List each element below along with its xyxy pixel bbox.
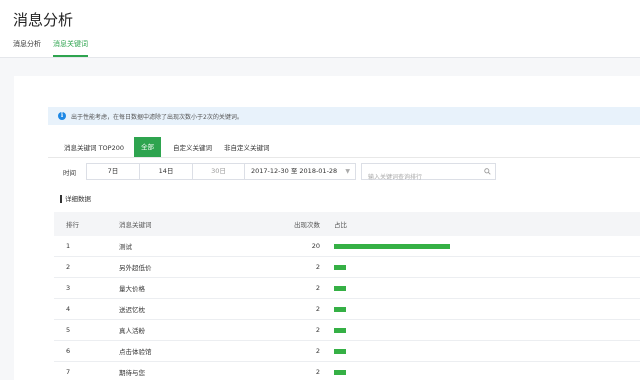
ratio-bar — [334, 306, 346, 312]
keyword-cell: 真人活粉 — [119, 327, 145, 335]
tab-message-analysis[interactable]: 消息分析 — [13, 39, 41, 57]
count-cell: 20 — [311, 242, 320, 250]
notice-text: 出于性能考虑，在每日数据中滤除了出现次数小于2次的关键词。 — [71, 113, 243, 121]
time-filter: 时间 7日 14日 30日 2017-12-30 至 2018-01-28 ▼ — [48, 162, 496, 185]
ratio-cell — [320, 243, 640, 249]
ratio-cell — [320, 264, 640, 270]
rank-cell: 7 — [66, 368, 71, 376]
keyword-cell: 量大价格 — [119, 285, 145, 293]
rank-cell: 3 — [66, 284, 71, 292]
count-cell: 2 — [315, 326, 320, 334]
header-keyword: 消息关键词 — [119, 221, 152, 229]
section-title: 详细数据 — [60, 195, 91, 203]
count-cell: 2 — [315, 368, 320, 376]
page-title: 消息分析 — [13, 11, 74, 29]
table-row: 2 另外超低价 2 — [54, 257, 640, 278]
table-header: 排行 消息关键词 出现次数 占比 — [54, 212, 640, 236]
table-row: 1 测试 20 — [54, 236, 640, 257]
rank-cell: 2 — [66, 263, 71, 271]
ratio-cell — [320, 369, 640, 375]
ratio-cell — [320, 285, 640, 291]
keyword-cell: 送迟忆枕 — [119, 306, 145, 314]
keyword-search-input[interactable] — [362, 170, 480, 185]
rank-cell: 1 — [66, 242, 71, 250]
time-range-selector: 7日 14日 30日 — [86, 163, 245, 180]
search-icon[interactable] — [484, 168, 491, 175]
page-header: 消息分析 消息分析 消息关键词 — [0, 0, 640, 58]
date-range-value: 2017-12-30 至 2018-01-28 — [251, 167, 338, 175]
range-14-days-button[interactable]: 14日 — [139, 163, 192, 180]
keyword-table: 排行 消息关键词 出现次数 占比 1 测试 20 2 另外超低价 2 3 量大价格 2 4 送迟忆枕… — [54, 212, 640, 380]
chevron-down-icon: ▼ — [345, 168, 350, 175]
keyword-cell: 另外超低价 — [119, 264, 152, 272]
header-count: 出现次数 — [294, 221, 320, 229]
table-row: 7 期待与您 2 — [54, 362, 640, 380]
tab-all[interactable]: 全部 — [133, 136, 161, 157]
tab-top200[interactable]: 消息关键词 TOP200 — [64, 142, 124, 152]
table-body: 1 测试 20 2 另外超低价 2 3 量大价格 2 4 送迟忆枕 2 5 真人活粉 2 6 点击体验馆 2 7 期待… — [54, 236, 640, 380]
tab-message-keywords[interactable]: 消息关键词 — [53, 39, 88, 57]
header-rank: 排行 — [66, 221, 79, 229]
ratio-bar — [334, 285, 346, 291]
count-cell: 2 — [315, 347, 320, 355]
range-7-days-button[interactable]: 7日 — [86, 163, 139, 180]
keyword-cell: 测试 — [119, 243, 132, 251]
ratio-bar — [334, 264, 346, 270]
header-divider — [0, 57, 640, 58]
table-row: 3 量大价格 2 — [54, 278, 640, 299]
ratio-cell — [320, 306, 640, 312]
ratio-bar — [334, 369, 346, 375]
keyword-search — [361, 163, 496, 185]
ratio-cell — [320, 348, 640, 354]
table-row: 4 送迟忆枕 2 — [54, 299, 640, 320]
table-row: 6 点击体验馆 2 — [54, 341, 640, 362]
rank-cell: 6 — [66, 347, 71, 355]
rank-cell: 4 — [66, 305, 71, 313]
count-cell: 2 — [315, 284, 320, 292]
ratio-bar — [334, 327, 346, 333]
rank-cell: 5 — [66, 326, 71, 334]
date-range-picker[interactable]: 2017-12-30 至 2018-01-28 ▼ — [245, 163, 356, 180]
notice-banner: i 出于性能考虑，在每日数据中滤除了出现次数小于2次的关键词。 — [48, 107, 640, 125]
keyword-cell: 期待与您 — [119, 369, 145, 377]
info-icon: i — [58, 112, 66, 120]
header-ratio: 占比 — [334, 221, 347, 229]
time-label: 时间 — [63, 168, 76, 177]
ratio-cell — [320, 327, 640, 333]
tab-custom-keywords[interactable]: 自定义关键词 — [173, 142, 212, 152]
keyword-filter-tabs: 消息关键词 TOP200 全部 自定义关键词 非自定义关键词 — [48, 136, 640, 158]
count-cell: 2 — [315, 305, 320, 313]
header-tabs: 消息分析 消息关键词 — [13, 39, 88, 57]
tab-non-custom-keywords[interactable]: 非自定义关键词 — [224, 142, 270, 152]
ratio-bar — [334, 243, 450, 249]
keyword-cell: 点击体验馆 — [119, 348, 152, 356]
ratio-bar — [334, 348, 346, 354]
count-cell: 2 — [315, 263, 320, 271]
table-row: 5 真人活粉 2 — [54, 320, 640, 341]
range-30-days-button[interactable]: 30日 — [192, 163, 245, 180]
